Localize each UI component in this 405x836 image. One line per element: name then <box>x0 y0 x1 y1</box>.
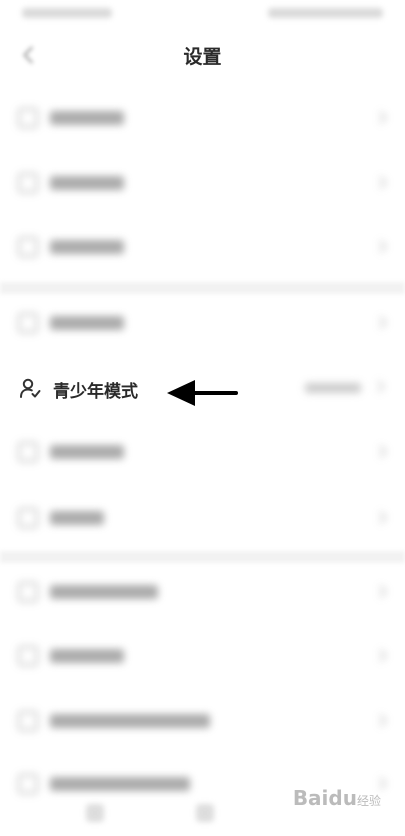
baidu-watermark: Baidu经验 <box>292 786 381 810</box>
status-bar-right <box>268 8 383 18</box>
status-bar-left <box>22 8 112 18</box>
settings-row[interactable] <box>0 560 405 624</box>
settings-row[interactable] <box>0 291 405 355</box>
header: 设置 <box>0 26 405 84</box>
settings-row[interactable] <box>0 86 405 150</box>
status-bar <box>0 0 405 26</box>
settings-row[interactable] <box>0 215 405 279</box>
nav-icon[interactable] <box>196 804 214 822</box>
youth-mode-label: 青少年模式 <box>53 382 138 402</box>
settings-row[interactable] <box>0 151 405 215</box>
page-title: 设置 <box>183 46 222 68</box>
settings-row[interactable] <box>0 420 405 484</box>
settings-row[interactable] <box>0 624 405 688</box>
annotation-arrow-icon <box>167 380 238 406</box>
user-check-icon <box>20 378 41 398</box>
nav-icon[interactable] <box>86 804 104 822</box>
settings-row[interactable] <box>0 689 405 753</box>
youth-mode-status <box>305 377 385 399</box>
settings-row[interactable] <box>0 486 405 550</box>
